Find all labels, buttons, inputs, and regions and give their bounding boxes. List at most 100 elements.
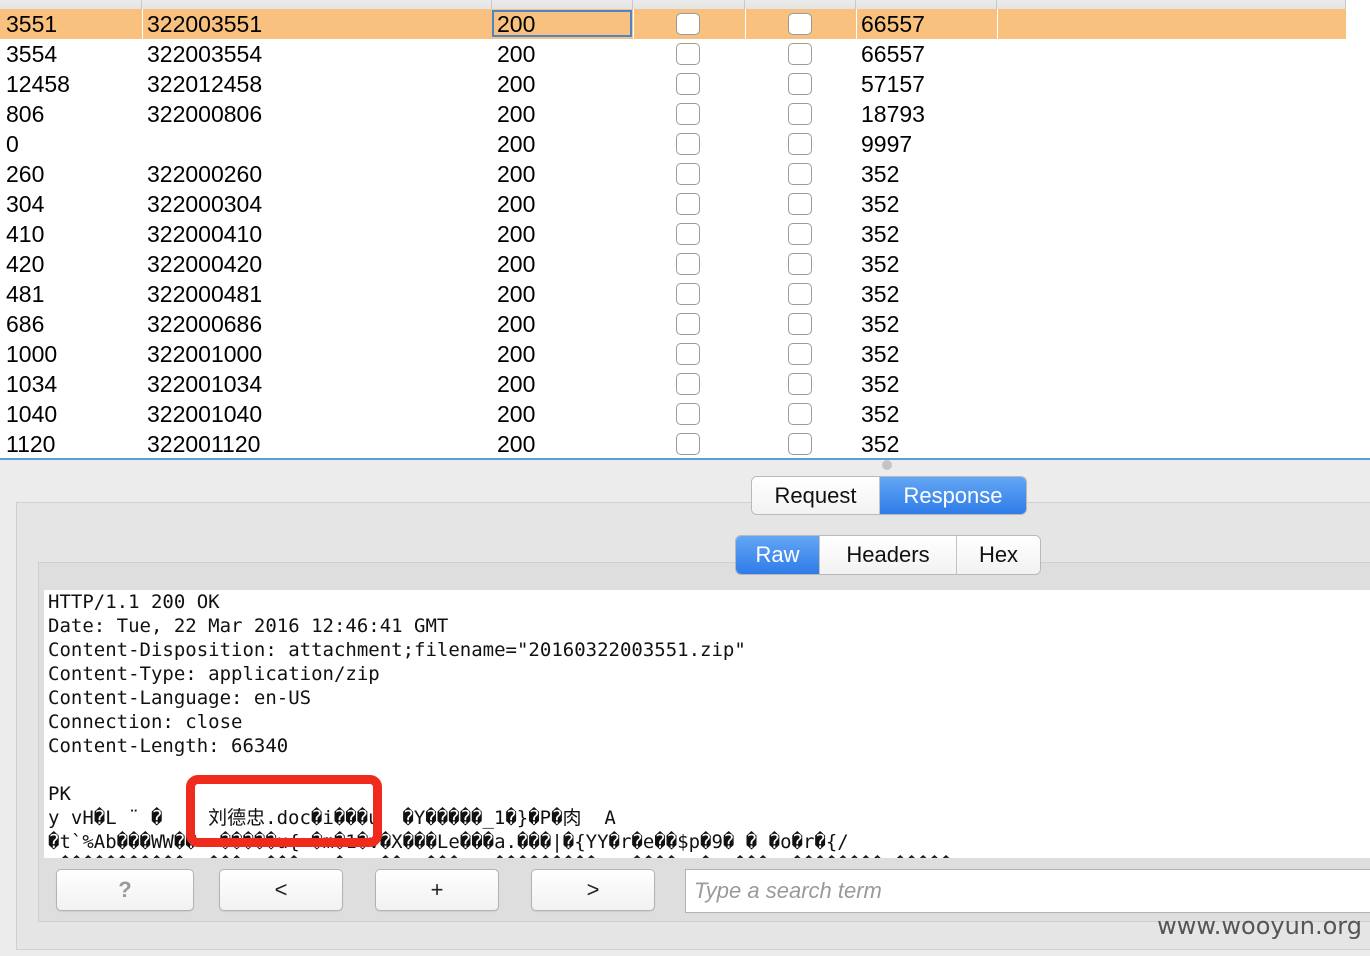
cell-status: 200 bbox=[497, 401, 536, 427]
error-checkbox[interactable] bbox=[676, 103, 700, 125]
table-row[interactable]: 0 200 9997 bbox=[0, 129, 1346, 159]
table-row[interactable]: 481 322000481 200 352 bbox=[0, 279, 1346, 309]
cell-payload: 322003551 bbox=[147, 11, 263, 37]
response-line: HTTP/1.1 200 OK bbox=[48, 591, 220, 613]
table-row[interactable]: 806 322000806 200 18793 bbox=[0, 99, 1346, 129]
timeout-checkbox[interactable] bbox=[788, 103, 812, 125]
timeout-checkbox[interactable] bbox=[788, 73, 812, 95]
timeout-checkbox[interactable] bbox=[788, 313, 812, 335]
focused-cell-outline bbox=[492, 10, 632, 37]
cell-status: 200 bbox=[497, 41, 536, 67]
results-table[interactable]: 3551 322003551 200 66557 3554 322003554 200 665… bbox=[0, 0, 1370, 460]
timeout-checkbox[interactable] bbox=[788, 163, 812, 185]
table-row[interactable]: 420 322000420 200 352 bbox=[0, 249, 1346, 279]
error-checkbox[interactable] bbox=[676, 253, 700, 275]
tab-response[interactable]: Response bbox=[880, 477, 1026, 514]
timeout-checkbox[interactable] bbox=[788, 373, 812, 395]
tab-request[interactable]: Request bbox=[752, 477, 880, 514]
timeout-checkbox[interactable] bbox=[788, 223, 812, 245]
cell-payload: 322000686 bbox=[147, 311, 263, 337]
table-scrollbar[interactable] bbox=[1346, 0, 1370, 458]
timeout-checkbox[interactable] bbox=[788, 43, 812, 65]
timeout-checkbox[interactable] bbox=[788, 253, 812, 275]
error-checkbox[interactable] bbox=[676, 193, 700, 215]
timeout-checkbox[interactable] bbox=[788, 433, 812, 455]
table-row[interactable]: 304 322000304 200 352 bbox=[0, 189, 1346, 219]
response-line: Content-Disposition: attachment;filename… bbox=[48, 639, 746, 661]
cell-length: 352 bbox=[861, 431, 900, 457]
error-checkbox[interactable] bbox=[676, 163, 700, 185]
error-checkbox[interactable] bbox=[676, 343, 700, 365]
cell-length: 352 bbox=[861, 221, 900, 247]
error-checkbox[interactable] bbox=[676, 373, 700, 395]
view-tab-hex[interactable]: Hex bbox=[957, 536, 1040, 574]
response-line: Content-Type: application/zip bbox=[48, 663, 380, 685]
table-row[interactable]: 3554 322003554 200 66557 bbox=[0, 39, 1346, 69]
next-match-button[interactable]: > bbox=[531, 869, 655, 911]
search-input[interactable] bbox=[685, 869, 1370, 913]
cell-request: 12458 bbox=[6, 71, 70, 97]
split-pane-handle[interactable] bbox=[882, 460, 892, 470]
request-response-tabs: Request Response bbox=[751, 476, 1027, 515]
error-checkbox[interactable] bbox=[676, 73, 700, 95]
timeout-checkbox[interactable] bbox=[788, 403, 812, 425]
error-checkbox[interactable] bbox=[676, 313, 700, 335]
column-divider bbox=[633, 9, 634, 39]
cell-status: 200 bbox=[497, 191, 536, 217]
cell-status: 200 bbox=[497, 251, 536, 277]
column-divider bbox=[142, 9, 143, 39]
timeout-checkbox[interactable] bbox=[788, 13, 812, 35]
timeout-checkbox[interactable] bbox=[788, 283, 812, 305]
cell-status: 200 bbox=[497, 341, 536, 367]
column-divider bbox=[745, 9, 746, 39]
cell-status: 200 bbox=[497, 101, 536, 127]
cell-request: 410 bbox=[6, 221, 45, 247]
view-tab-raw[interactable]: Raw bbox=[736, 536, 820, 574]
cell-request: 1120 bbox=[6, 431, 56, 457]
error-checkbox[interactable] bbox=[676, 433, 700, 455]
cell-length: 66557 bbox=[861, 11, 925, 37]
cell-length: 352 bbox=[861, 371, 900, 397]
table-row[interactable]: 410 322000410 200 352 bbox=[0, 219, 1346, 249]
response-line: Content-Length: 66340 bbox=[48, 735, 289, 757]
cell-request: 1000 bbox=[6, 341, 58, 367]
response-view-tabs: Raw Headers Hex bbox=[735, 535, 1041, 575]
table-row[interactable]: 3551 322003551 200 66557 bbox=[0, 9, 1346, 39]
table-row[interactable]: 260 322000260 200 352 bbox=[0, 159, 1346, 189]
cell-status: 200 bbox=[497, 161, 536, 187]
cell-length: 352 bbox=[861, 341, 900, 367]
add-search-button[interactable]: + bbox=[375, 869, 499, 911]
error-checkbox[interactable] bbox=[676, 403, 700, 425]
cell-payload: 322012458 bbox=[147, 71, 263, 97]
cell-payload: 322000806 bbox=[147, 101, 263, 127]
table-row[interactable]: 686 322000686 200 352 bbox=[0, 309, 1346, 339]
timeout-checkbox[interactable] bbox=[788, 343, 812, 365]
help-button[interactable]: ? bbox=[56, 869, 194, 911]
table-row[interactable]: 12458 322012458 200 57157 bbox=[0, 69, 1346, 99]
cell-status: 200 bbox=[497, 221, 536, 247]
cell-request: 806 bbox=[6, 101, 45, 127]
cell-payload: 322000481 bbox=[147, 281, 263, 307]
table-row[interactable]: 1000 322001000 200 352 bbox=[0, 339, 1346, 369]
table-row[interactable]: 1034 322001034 200 352 bbox=[0, 369, 1346, 399]
timeout-checkbox[interactable] bbox=[788, 193, 812, 215]
cell-request: 3554 bbox=[6, 41, 58, 67]
timeout-checkbox[interactable] bbox=[788, 133, 812, 155]
cell-request: 1034 bbox=[6, 371, 58, 397]
error-checkbox[interactable] bbox=[676, 283, 700, 305]
error-checkbox[interactable] bbox=[676, 13, 700, 35]
table-row[interactable]: 1040 322001040 200 352 bbox=[0, 399, 1346, 429]
cell-length: 57157 bbox=[861, 71, 925, 97]
cell-payload: 322000420 bbox=[147, 251, 263, 277]
cell-payload: 322001040 bbox=[147, 401, 263, 427]
cell-request: 0 bbox=[6, 131, 19, 157]
cell-length: 9997 bbox=[861, 131, 913, 157]
table-row[interactable]: 1120 322001120 200 352 bbox=[0, 429, 1346, 458]
cell-request: 3551 bbox=[6, 11, 58, 37]
cell-request: 420 bbox=[6, 251, 45, 277]
view-tab-headers[interactable]: Headers bbox=[820, 536, 957, 574]
error-checkbox[interactable] bbox=[676, 43, 700, 65]
error-checkbox[interactable] bbox=[676, 133, 700, 155]
error-checkbox[interactable] bbox=[676, 223, 700, 245]
previous-match-button[interactable]: < bbox=[219, 869, 343, 911]
